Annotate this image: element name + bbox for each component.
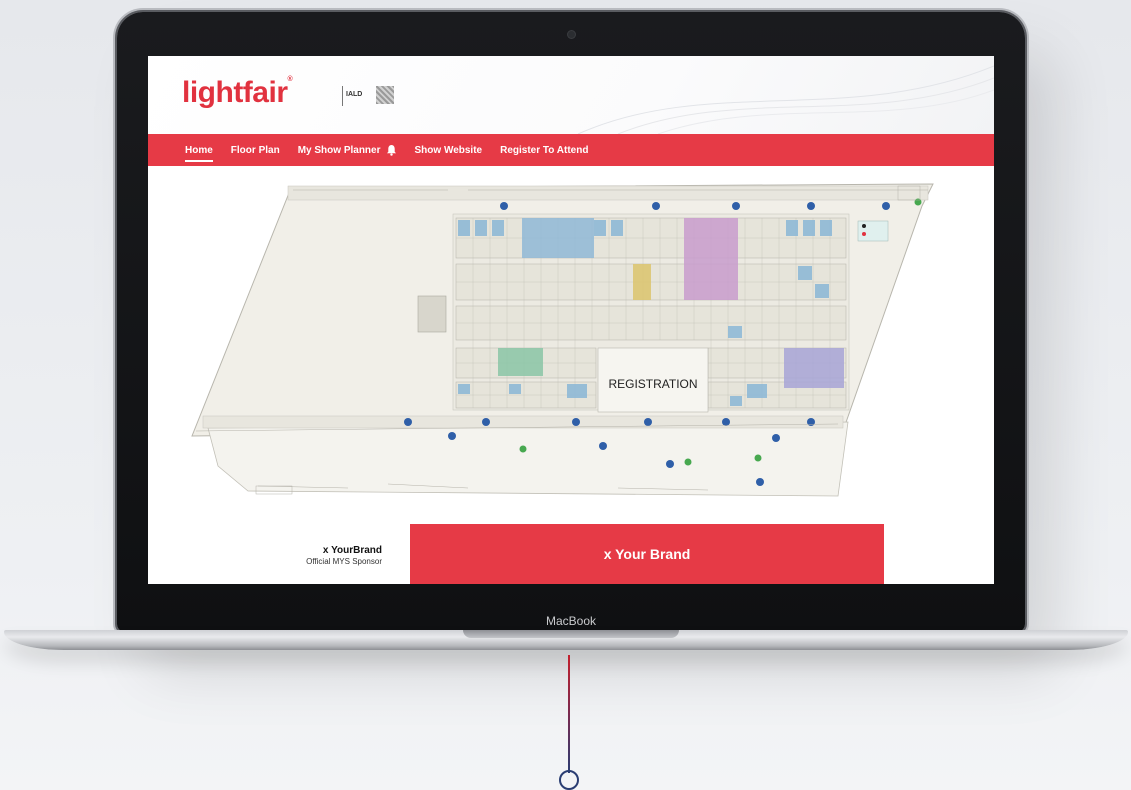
product-mockup: lightfair® IALD Home Floor Plan My Show … bbox=[0, 0, 1131, 790]
device-label: MacBook bbox=[545, 614, 597, 628]
north-service-corridor bbox=[287, 185, 929, 201]
nav-show-website[interactable]: Show Website bbox=[415, 145, 483, 156]
lobby-area bbox=[207, 421, 849, 497]
callout-line bbox=[568, 655, 570, 773]
nav-home-label: Home bbox=[185, 144, 213, 156]
bell-icon bbox=[386, 144, 396, 156]
nav-register-to-attend[interactable]: Register To Attend bbox=[500, 145, 588, 156]
nav-show-website-label: Show Website bbox=[414, 144, 483, 156]
laptop-screen: lightfair® IALD Home Floor Plan My Show … bbox=[148, 56, 994, 584]
sponsor-subtitle: Official MYS Sponsor bbox=[306, 557, 382, 566]
map-legend-box bbox=[857, 220, 889, 242]
nav-home[interactable]: Home bbox=[185, 144, 213, 162]
floor-plan-map[interactable]: REGISTRATION bbox=[148, 166, 994, 524]
logo-text: lightfair bbox=[182, 76, 288, 109]
booth-block-blue-north[interactable] bbox=[522, 218, 594, 258]
partner-divider bbox=[342, 86, 343, 106]
sponsor-banner[interactable]: x Your Brand bbox=[410, 524, 884, 584]
camera-dot-icon bbox=[568, 31, 575, 38]
legend-dot-dark-icon bbox=[862, 224, 866, 228]
main-nav: Home Floor Plan My Show Planner Show Web… bbox=[148, 134, 994, 166]
sponsor-name: x YourBrand bbox=[322, 545, 382, 556]
south-service-corridor bbox=[202, 415, 844, 429]
logo-registered-mark: ® bbox=[287, 76, 293, 83]
laptop-base-notch bbox=[463, 630, 679, 638]
sponsor-banner-label: x Your Brand bbox=[603, 546, 691, 562]
partner-badge-logo bbox=[376, 86, 394, 104]
floor-plan-svg: REGISTRATION bbox=[191, 183, 934, 497]
hall-west-structure bbox=[417, 295, 447, 333]
registration-label: REGISTRATION bbox=[608, 377, 697, 391]
nav-register-label: Register To Attend bbox=[500, 144, 589, 156]
booth-block-purple[interactable] bbox=[684, 218, 738, 300]
partner-logo-iald: IALD bbox=[346, 91, 363, 98]
sponsor-credit: x YourBrand Official MYS Sponsor bbox=[148, 524, 410, 584]
lightfair-logo[interactable]: lightfair® bbox=[182, 76, 293, 110]
callout-circle-icon bbox=[559, 770, 579, 790]
nav-my-show-planner[interactable]: My Show Planner bbox=[298, 144, 397, 156]
nav-floor-plan[interactable]: Floor Plan bbox=[231, 145, 280, 156]
nav-floor-plan-label: Floor Plan bbox=[230, 144, 280, 156]
nav-my-show-planner-label: My Show Planner bbox=[297, 144, 381, 156]
legend-dot-red-icon bbox=[862, 232, 866, 236]
booth-block-lavender[interactable] bbox=[784, 348, 844, 388]
site-header: lightfair® IALD bbox=[148, 56, 994, 134]
booth-block-yellow[interactable] bbox=[633, 264, 651, 300]
booth-block-green[interactable] bbox=[498, 348, 543, 376]
